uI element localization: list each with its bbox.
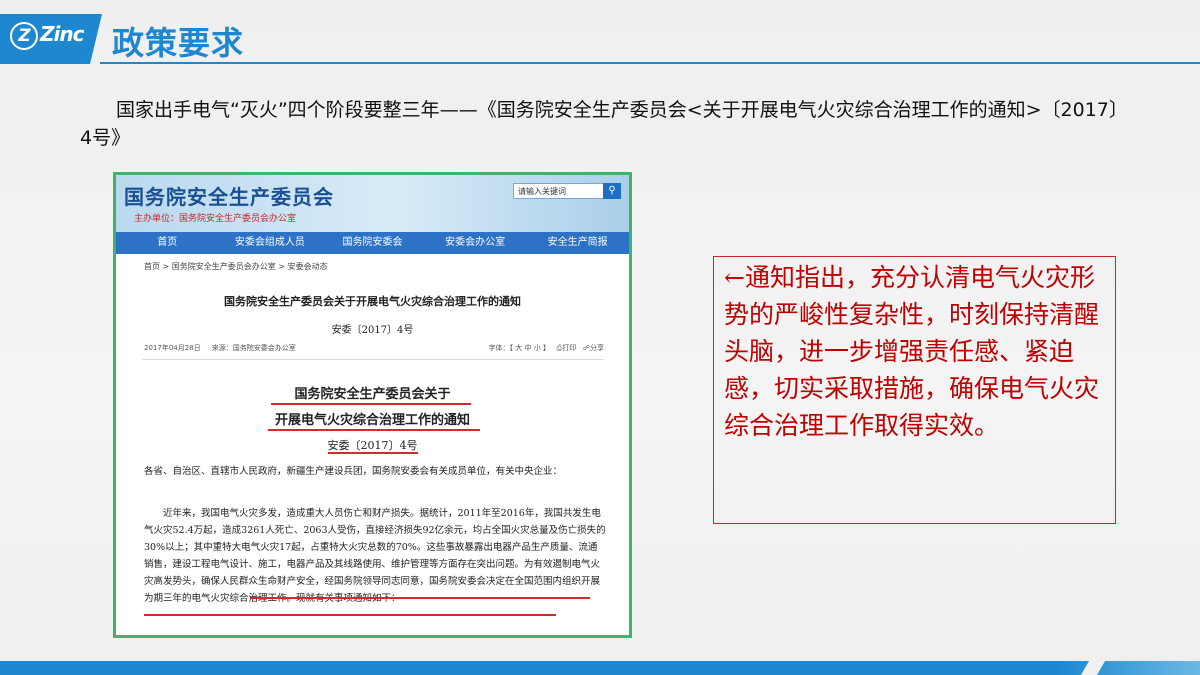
heading-number: 安委〔2017〕4号 bbox=[327, 439, 418, 452]
nav-item-briefing[interactable]: 安全生产简报 bbox=[526, 232, 629, 254]
article-tools: 字体：【 大 中 小 】 ⎙打印 ☍分享 bbox=[489, 343, 604, 353]
body-paragraph: 近年来，我国电气火灾多发，造成重大人员伤亡和财产损失。据统计，2011年至201… bbox=[144, 508, 606, 604]
zinc-logo: Z Zinc bbox=[10, 22, 84, 50]
notice-screenshot: 国务院安全生产委员会 主办单位：国务院安全生产委员会办公室 请输入关键词 ⚲ 首… bbox=[113, 172, 632, 638]
underline-5 bbox=[144, 614, 556, 616]
article-meta: 2017年04月28日 来源：国务院安委会办公室 字体：【 大 中 小 】 ⎙打… bbox=[144, 343, 604, 353]
article-source: 来源：国务院安委会办公室 bbox=[211, 344, 296, 352]
doc-number: 安委〔2017〕4号 bbox=[331, 325, 414, 336]
logo-text: Zinc bbox=[40, 22, 84, 46]
logo-z-icon: Z bbox=[10, 22, 38, 50]
slide-title: 政策要求 bbox=[112, 24, 245, 62]
footer-stripe bbox=[0, 661, 1200, 675]
callout-text: ←通知指出，充分认清电气火灾形势的严峻性复杂性，时刻保持清醒头脑，进一步增强责任… bbox=[724, 263, 1100, 440]
site-banner: 国务院安全生产委员会 主办单位：国务院安全生产委员会办公室 请输入关键词 ⚲ bbox=[116, 175, 629, 232]
article-date: 2017年04月28日 bbox=[144, 344, 201, 352]
heading-line-1: 国务院安全生产委员会关于 bbox=[294, 387, 451, 402]
underline-2 bbox=[268, 429, 480, 431]
salutation: 各省、自治区、直辖市人民政府，新疆生产建设兵团，国务院安委会有关成员单位，有关中… bbox=[144, 466, 563, 477]
nav-item-members[interactable]: 安委会组成人员 bbox=[219, 232, 322, 254]
divider bbox=[142, 359, 604, 360]
intro-text-content: 国家出手电气“灭火”四个阶段要整三年——《国务院安全生产委员会<关于开展电气火灾… bbox=[80, 99, 1128, 149]
site-nav: 首页 安委会组成人员 国务院安委会 安委会办公室 安全生产简报 bbox=[116, 232, 629, 254]
site-name: 国务院安全生产委员会 bbox=[124, 185, 334, 209]
heading-line-2: 开展电气火灾综合治理工作的通知 bbox=[274, 413, 470, 428]
search-icon[interactable]: ⚲ bbox=[603, 183, 621, 199]
callout-box: ←通知指出，充分认清电气火灾形势的严峻性复杂性，时刻保持清醒头脑，进一步增强责任… bbox=[713, 256, 1116, 524]
font-size-control[interactable]: 字体：【 大 中 小 】 bbox=[489, 344, 550, 352]
slide-header: Z Zinc 政策要求 bbox=[0, 14, 1200, 64]
nav-item-home[interactable]: 首页 bbox=[116, 232, 219, 254]
nav-item-office[interactable]: 安委会办公室 bbox=[424, 232, 527, 254]
intro-text: 国家出手电气“灭火”四个阶段要整三年——《国务院安全生产委员会<关于开展电气火灾… bbox=[80, 96, 1130, 152]
underline-4 bbox=[250, 597, 590, 599]
site-subtitle: 主办单位：国务院安全生产委员会办公室 bbox=[134, 214, 297, 224]
header-rule bbox=[100, 62, 1200, 64]
print-button[interactable]: 打印 bbox=[562, 344, 576, 352]
underline-3 bbox=[328, 452, 418, 454]
share-icon[interactable]: ☍ bbox=[583, 344, 590, 352]
underline-1 bbox=[271, 403, 471, 405]
breadcrumb: 首页 > 国务院安全生产委员会办公室 > 安委会动态 bbox=[144, 262, 328, 271]
notice-title: 国务院安全生产委员会关于开展电气火灾综合治理工作的通知 bbox=[224, 295, 521, 308]
share-button[interactable]: 分享 bbox=[590, 344, 604, 352]
nav-item-committee[interactable]: 国务院安委会 bbox=[321, 232, 424, 254]
